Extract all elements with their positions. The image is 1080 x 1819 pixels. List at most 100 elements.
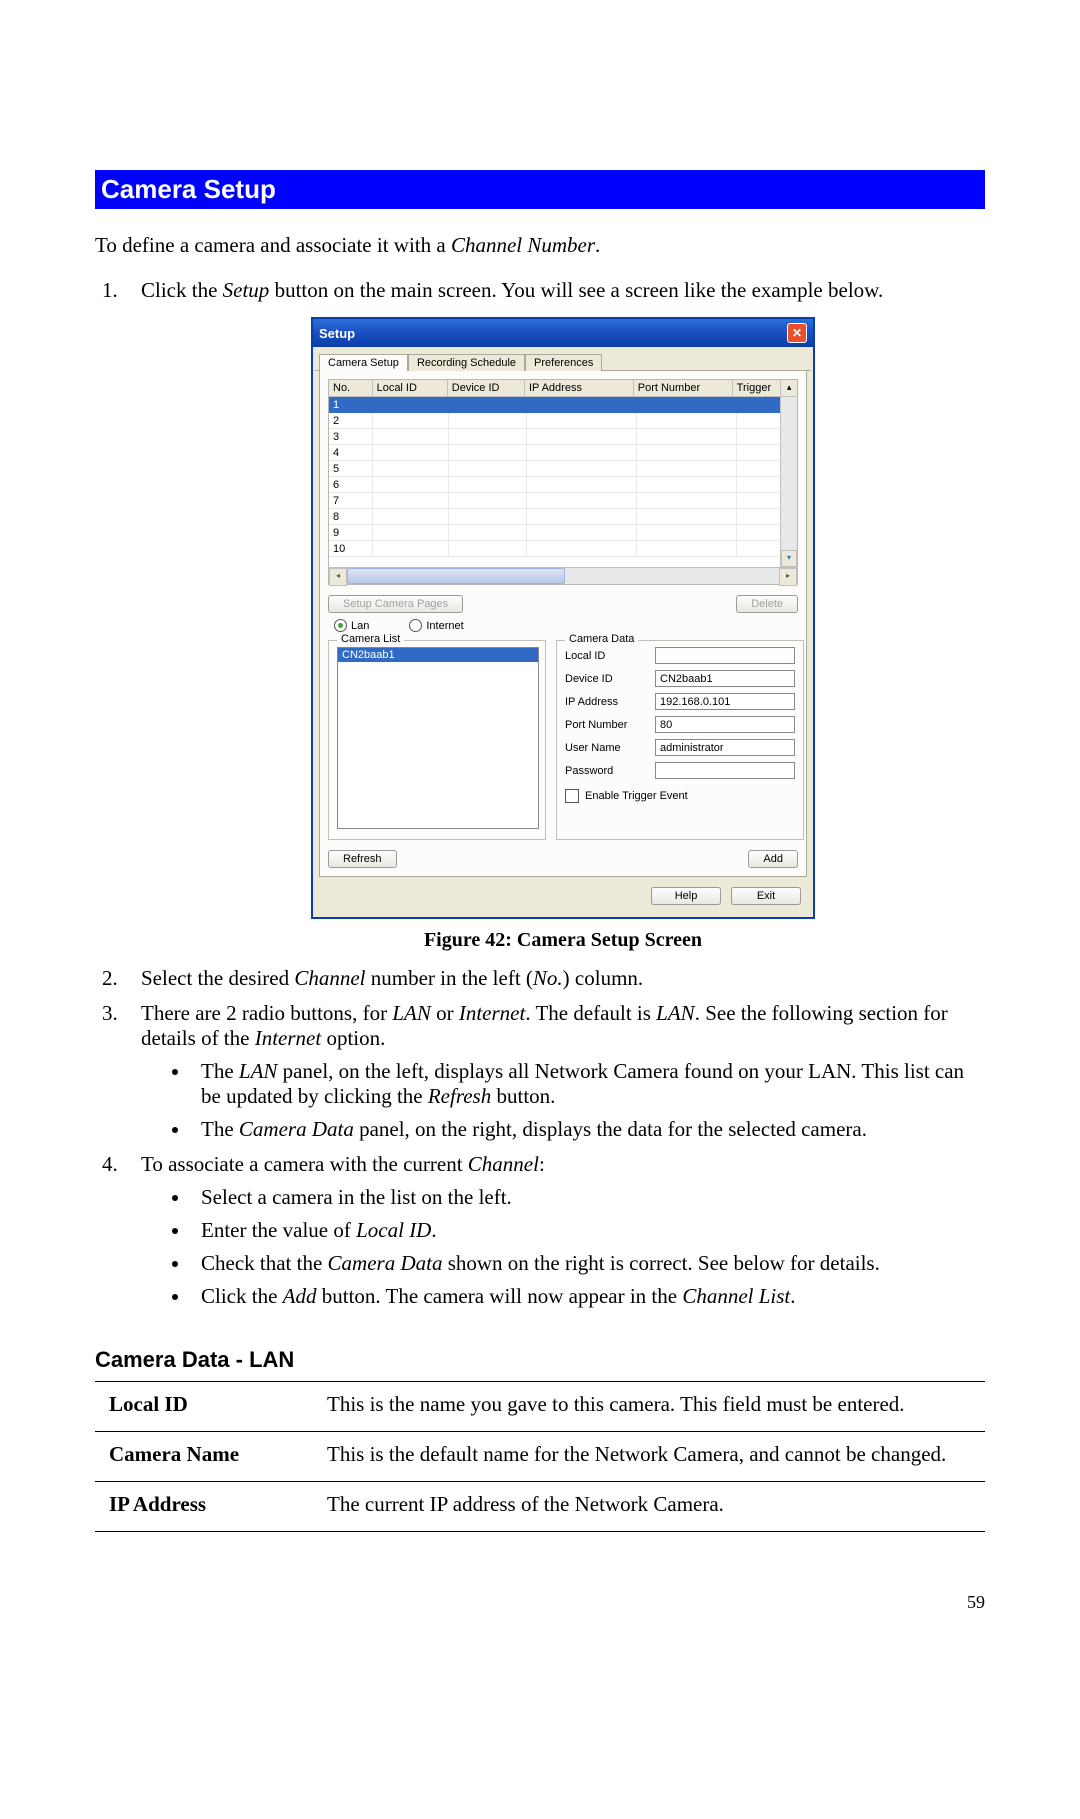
text: button. The camera will now appear in th… [316,1284,682,1308]
cell [449,509,527,525]
checkbox-icon[interactable] [565,789,579,803]
text: . The default is [525,1001,656,1025]
input-port-number[interactable] [655,716,795,733]
text: . [595,233,600,257]
form-row: Password [565,762,795,779]
radio-label: Lan [351,620,369,632]
cell: 2 [329,413,373,429]
dialog-title: Setup [319,326,355,341]
text-italic: Channel [294,966,365,990]
table-label: IP Address [95,1482,313,1532]
bullet: Enter the value of Local ID. [191,1218,985,1243]
sub-bullets: Select a camera in the list on the left.… [141,1185,985,1309]
refresh-button[interactable]: Refresh [328,850,397,868]
grid-row[interactable]: 2 [329,413,797,429]
grid-row[interactable]: 10 [329,541,797,557]
help-button[interactable]: Help [651,887,721,905]
grid-row[interactable]: 1 [329,397,797,413]
radio-lan[interactable]: Lan [334,619,369,632]
text: . [431,1218,436,1242]
col-ip-address[interactable]: IP Address [525,380,634,396]
scroll-track[interactable] [347,568,779,584]
cell [637,445,737,461]
channel-grid[interactable]: No. Local ID Device ID IP Address Port N… [328,379,798,585]
input-local-id[interactable] [655,647,795,664]
input-device-id[interactable] [655,670,795,687]
close-icon[interactable]: ✕ [787,323,807,343]
text: ) column. [563,966,643,990]
setup-dialog: Setup ✕ Camera Setup Recording Schedule … [311,317,815,919]
text-italic: LAN [392,1001,431,1025]
col-trigger[interactable]: Trigger [733,380,781,396]
bullet: Select a camera in the list on the left. [191,1185,985,1210]
radio-internet[interactable]: Internet [409,619,463,632]
grid-row[interactable]: 3 [329,429,797,445]
fieldset-legend: Camera List [337,633,404,645]
cell [373,477,449,493]
col-device-id[interactable]: Device ID [448,380,525,396]
cell [373,493,449,509]
panels: Camera List CN2baab1 Camera Data Local I… [328,640,798,840]
cell [449,429,527,445]
cell [449,413,527,429]
cell [373,429,449,445]
cell [449,541,527,557]
text-italic: Channel Number [451,233,595,257]
text: Click the [201,1284,283,1308]
horizontal-scrollbar[interactable]: ◂ ▸ [329,567,797,584]
camera-list-fieldset: Camera List CN2baab1 [328,640,546,840]
radio-label: Internet [426,620,463,632]
trigger-checkbox-row[interactable]: Enable Trigger Event [565,789,795,803]
scroll-right-icon[interactable]: ▸ [779,568,797,586]
grid-row[interactable]: 7 [329,493,797,509]
scroll-left-icon[interactable]: ◂ [329,568,347,586]
text: button. [491,1084,555,1108]
grid-rows: 1 2 3 4 5 6 7 8 9 10 [329,397,797,567]
exit-button[interactable]: Exit [731,887,801,905]
label-port-number: Port Number [565,719,655,731]
cell [737,525,785,541]
tab-row: Camera Setup Recording Schedule Preferen… [315,349,811,371]
cell [527,429,637,445]
grid-row[interactable]: 9 [329,525,797,541]
col-port-number[interactable]: Port Number [634,380,733,396]
cell [527,445,637,461]
dialog-footer: Help Exit [315,881,811,915]
text: : [539,1152,545,1176]
input-password[interactable] [655,762,795,779]
table-value: This is the name you gave to this camera… [313,1382,985,1432]
scroll-up-icon[interactable]: ▴ [780,380,797,396]
cell [449,461,527,477]
tab-camera-setup[interactable]: Camera Setup [319,354,408,371]
input-ip-address[interactable] [655,693,795,710]
cell [527,493,637,509]
setup-camera-pages-button[interactable]: Setup Camera Pages [328,595,463,613]
scroll-thumb[interactable] [347,568,565,584]
cell [637,541,737,557]
col-local-id[interactable]: Local ID [373,380,448,396]
step-4: To associate a camera with the current C… [123,1152,985,1309]
cell [527,509,637,525]
text: The [201,1059,239,1083]
add-button[interactable]: Add [748,850,798,868]
cell [373,461,449,477]
text: Enter the value of [201,1218,356,1242]
grid-row[interactable]: 5 [329,461,797,477]
tab-recording-schedule[interactable]: Recording Schedule [408,354,525,371]
grid-row[interactable]: 4 [329,445,797,461]
vertical-scrollbar[interactable]: ▾ [780,397,797,567]
cell [527,461,637,477]
tab-preferences[interactable]: Preferences [525,354,602,371]
bullet: Click the Add button. The camera will no… [191,1284,985,1309]
col-no[interactable]: No. [329,380,373,396]
delete-button[interactable]: Delete [736,595,798,613]
list-item[interactable]: CN2baab1 [338,648,538,662]
camera-listbox[interactable]: CN2baab1 [337,647,539,829]
text: The [201,1117,239,1141]
titlebar[interactable]: Setup ✕ [313,319,813,347]
form-row: Local ID [565,647,795,664]
grid-row[interactable]: 6 [329,477,797,493]
scroll-down-icon[interactable]: ▾ [781,550,797,567]
input-user-name[interactable] [655,739,795,756]
grid-row[interactable]: 8 [329,509,797,525]
